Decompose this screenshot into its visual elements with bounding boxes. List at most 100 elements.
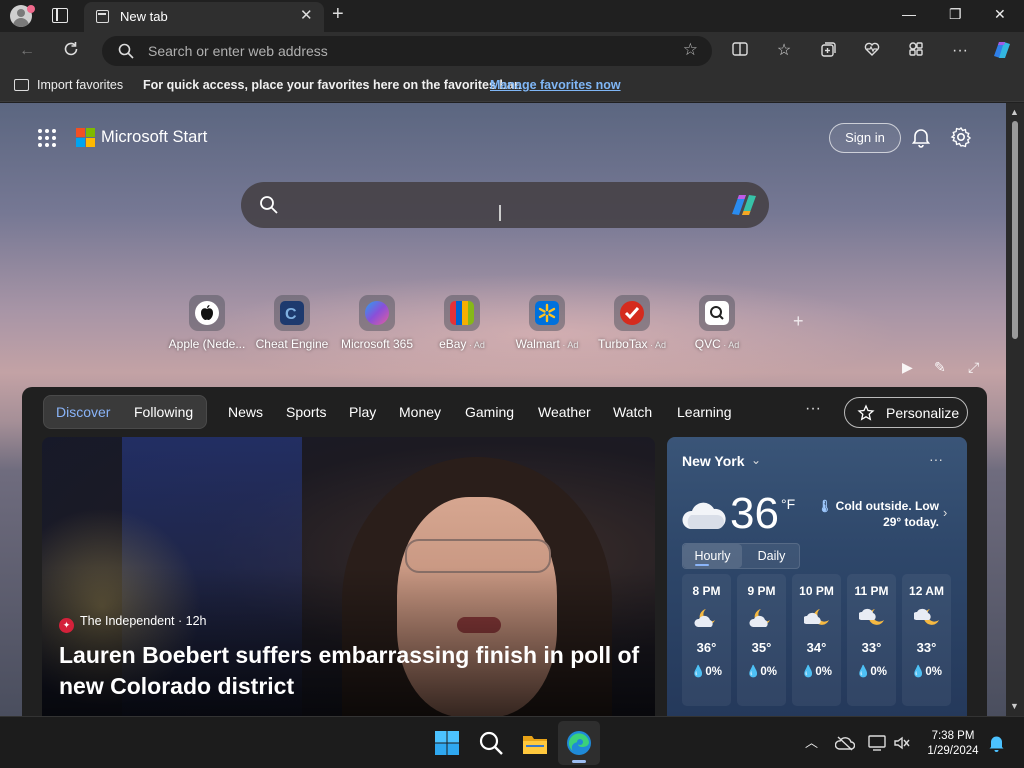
minimize-icon[interactable]: — — [902, 6, 916, 22]
quick-link-label: QVC — [694, 337, 721, 351]
address-input[interactable] — [148, 42, 668, 60]
nav-weather[interactable]: Weather — [538, 404, 591, 420]
nav-news[interactable]: News — [228, 404, 263, 420]
raindrop-icon: 💧 — [746, 666, 761, 678]
volume-muted-icon[interactable] — [893, 735, 911, 751]
hour-forecast-item[interactable]: 9 PM 35° 💧0% — [737, 574, 786, 706]
tab-following[interactable]: Following — [134, 404, 193, 420]
back-icon[interactable]: ← — [16, 40, 38, 62]
web-search-box[interactable] — [241, 182, 769, 228]
manage-favorites-link[interactable]: Manage favorites now — [490, 78, 621, 92]
hour-forecast-item[interactable]: 11 PM 33° 💧0% — [847, 574, 896, 706]
quick-link-label: eBay — [439, 337, 467, 351]
split-screen-icon[interactable] — [729, 40, 751, 62]
search-icon[interactable] — [477, 729, 505, 757]
nav-play[interactable]: Play — [349, 404, 376, 420]
daily-tab[interactable]: Daily — [742, 544, 801, 568]
story-source[interactable]: ✦ The Independent · 12h — [59, 614, 207, 633]
file-explorer-icon[interactable] — [521, 729, 549, 757]
page-scrollbar[interactable]: ▲ ▼ — [1006, 103, 1024, 716]
personalize-button[interactable]: Personalize — [844, 397, 968, 428]
partly-cloudy-moon-icon — [801, 606, 830, 630]
refresh-icon[interactable] — [60, 40, 82, 62]
windows-start-icon[interactable] — [433, 729, 461, 757]
restore-icon[interactable]: ❐ — [949, 6, 962, 23]
search-icon — [118, 43, 134, 59]
ad-label: · Ad — [720, 340, 740, 350]
tab-discover[interactable]: Discover — [56, 404, 110, 420]
nav-sports[interactable]: Sports — [286, 404, 326, 420]
close-tab-icon[interactable]: ✕ — [300, 6, 313, 24]
microsoft-365-icon — [365, 301, 389, 325]
nav-watch[interactable]: Watch — [613, 404, 652, 420]
add-quick-link-icon[interactable]: + — [793, 311, 804, 332]
tab-actions-icon[interactable] — [52, 8, 68, 23]
chevron-down-icon[interactable]: ⌄ — [751, 453, 761, 467]
quick-link-label: TurboTax — [597, 337, 648, 351]
hero-story-card[interactable]: ✦ The Independent · 12h Lauren Boebert su… — [42, 437, 655, 716]
address-bar[interactable]: ☆ — [102, 36, 712, 66]
nav-learning[interactable]: Learning — [677, 404, 732, 420]
quick-link-microsoft-365[interactable]: Microsoft 365 — [335, 295, 419, 351]
collections-icon[interactable] — [817, 40, 839, 62]
partly-cloudy-moon-icon — [748, 606, 775, 630]
quick-link-turbotax[interactable]: TurboTax · Ad — [590, 295, 674, 351]
system-clock[interactable]: 7:38 PM 1/29/2024 — [918, 729, 988, 759]
hour-forecast-item[interactable]: 10 PM 34° 💧0% — [792, 574, 841, 706]
hour-forecast-item[interactable]: 12 AM 33° 💧0% — [902, 574, 951, 706]
hour-temp: 34° — [806, 640, 827, 655]
chevron-right-icon[interactable]: › — [943, 505, 947, 520]
show-hidden-icons-icon[interactable]: ︿ — [805, 732, 818, 751]
expand-icon[interactable]: ⤢ — [968, 359, 979, 376]
edge-browser-icon[interactable] — [565, 729, 593, 757]
quick-link-ebay[interactable]: eBay · Ad — [420, 295, 504, 351]
tab-title: New tab — [120, 9, 168, 24]
nav-money[interactable]: Money — [399, 404, 441, 420]
weather-city[interactable]: New York — [682, 453, 745, 469]
notifications-icon[interactable] — [910, 126, 932, 148]
weather-card[interactable]: New York ⌄ ··· 36 °F 🌡 Cold outside. Low… — [667, 437, 967, 716]
sign-in-button[interactable]: Sign in — [829, 123, 901, 153]
quick-link-qvc[interactable]: QVC · Ad — [675, 295, 759, 351]
new-tab-button[interactable]: + — [332, 4, 344, 24]
copilot-icon[interactable] — [729, 192, 759, 218]
scroll-down-icon[interactable]: ▼ — [1010, 701, 1019, 711]
raindrop-icon: 💧 — [691, 666, 706, 678]
forecast-mode-toggle: Hourly Daily — [682, 543, 800, 569]
close-window-icon[interactable]: ✕ — [994, 6, 1006, 23]
play-background-icon[interactable]: ▶ — [902, 359, 913, 376]
favorites-bar-message: For quick access, place your favorites h… — [143, 78, 522, 92]
network-icon[interactable] — [868, 735, 886, 751]
customize-background-icon[interactable]: ✎ — [934, 359, 946, 376]
hour-time: 8 PM — [692, 584, 721, 598]
quick-link-apple[interactable]: Apple (Nede... — [165, 295, 249, 351]
hour-precip: 💧0% — [691, 666, 722, 678]
scroll-thumb[interactable] — [1012, 121, 1018, 339]
scroll-up-icon[interactable]: ▲ — [1010, 107, 1019, 117]
temperature-unit[interactable]: °F — [781, 496, 795, 512]
onedrive-icon[interactable] — [835, 735, 855, 751]
weather-more-icon[interactable]: ··· — [929, 451, 943, 467]
hourly-tab[interactable]: Hourly — [683, 544, 742, 568]
story-headline[interactable]: Lauren Boebert suffers embarrassing fini… — [59, 640, 649, 702]
hour-time: 11 PM — [854, 584, 889, 598]
notification-bell-icon[interactable] — [988, 734, 1005, 752]
copilot-icon[interactable] — [990, 38, 1012, 60]
hour-time: 12 AM — [909, 584, 944, 598]
app-launcher-icon[interactable] — [38, 129, 56, 147]
settings-gear-icon[interactable] — [950, 126, 972, 148]
import-favorites-button[interactable]: Import favorites — [14, 78, 123, 92]
browser-essentials-icon[interactable] — [861, 40, 883, 62]
nav-gaming[interactable]: Gaming — [465, 404, 514, 420]
extensions-icon[interactable] — [905, 40, 927, 62]
tab-new-tab[interactable]: New tab ✕ — [84, 2, 324, 32]
more-menu-icon[interactable]: ··· — [949, 40, 971, 62]
quick-link-walmart[interactable]: Walmart · Ad — [505, 295, 589, 351]
brand-title[interactable]: Microsoft Start — [101, 128, 207, 147]
add-favorite-icon[interactable]: ☆ — [683, 40, 698, 60]
more-nav-icon[interactable]: ··· — [805, 400, 821, 418]
favorites-icon[interactable]: ☆ — [773, 40, 795, 62]
raindrop-icon: 💧 — [801, 666, 816, 678]
hour-forecast-item[interactable]: 8 PM 36° 💧0% — [682, 574, 731, 706]
quick-link-cheat-engine[interactable]: C Cheat Engine — [250, 295, 334, 351]
